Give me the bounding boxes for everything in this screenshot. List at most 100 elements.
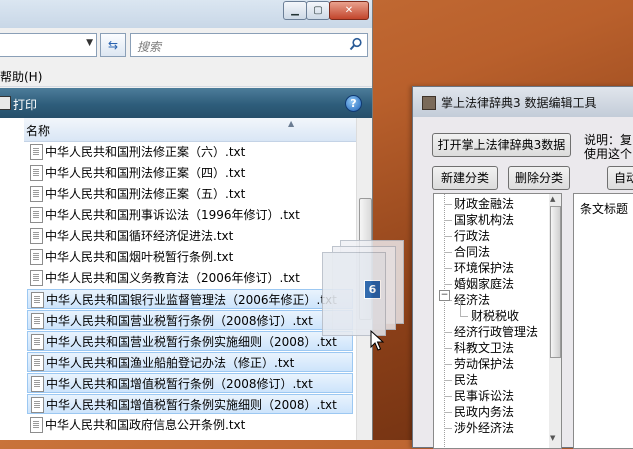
file-name: 中华人民共和国政府信息公开条例.txt bbox=[45, 418, 246, 432]
instructions-text: 说明：复 使用这个 bbox=[584, 133, 633, 161]
new-category-button[interactable]: 新建分类 bbox=[432, 166, 498, 190]
editor-title: 掌上法律辞典3 数据编辑工具 bbox=[441, 96, 597, 110]
column-name-header[interactable]: 名称 bbox=[26, 122, 50, 139]
file-name: 中华人民共和国营业税暂行条例（2008修订）.txt bbox=[46, 314, 313, 328]
file-name: 中华人民共和国刑事诉讼法（1996年修订）.txt bbox=[45, 208, 300, 222]
open-data-button[interactable]: 打开掌上法律辞典3数据 bbox=[432, 133, 571, 157]
article-list[interactable]: 条文标题 bbox=[573, 193, 633, 449]
tree-scrollbar-thumb[interactable] bbox=[550, 206, 561, 358]
category-node[interactable]: 涉外经济法 bbox=[454, 420, 514, 436]
explorer-window: ▁ ▢ ✕ ▼ ⇆ 搜索 帮助(H) 打印 ? 名称 ▲ 中华人民共和国刑法修正 bbox=[0, 0, 373, 440]
text-file-icon bbox=[31, 355, 44, 371]
file-name: 中华人民共和国烟叶税暂行条例.txt bbox=[45, 250, 234, 264]
article-title-header: 条文标题 bbox=[580, 202, 629, 216]
refresh-button[interactable]: ⇆ bbox=[100, 33, 126, 57]
file-name: 中华人民共和国渔业船舶登记办法（修正）.txt bbox=[46, 356, 295, 370]
maximize-button[interactable]: ▢ bbox=[306, 1, 330, 20]
category-node[interactable]: 劳动保护法 bbox=[454, 356, 514, 372]
menu-help[interactable]: 帮助(H) bbox=[0, 68, 42, 85]
category-node[interactable]: 行政法 bbox=[454, 228, 490, 244]
file-row[interactable]: 中华人民共和国渔业船舶登记办法（修正）.txt bbox=[27, 352, 353, 372]
category-node[interactable]: 财政金融法 bbox=[454, 196, 514, 212]
file-row[interactable]: 中华人民共和国银行业监督管理法（2006年修正）.txt bbox=[27, 289, 353, 309]
text-file-icon bbox=[31, 334, 44, 350]
file-list[interactable]: 名称 ▲ 中华人民共和国刑法修正案（六）.txt 中华人民共和国刑法修正案（四）.… bbox=[24, 118, 356, 440]
drag-preview: 6 bbox=[318, 240, 404, 336]
file-row[interactable]: 中华人民共和国循环经济促进法.txt bbox=[27, 226, 353, 246]
text-file-icon bbox=[30, 270, 43, 286]
help-icon[interactable]: ? bbox=[345, 95, 362, 112]
text-file-icon bbox=[30, 186, 43, 202]
tree-connector bbox=[444, 252, 452, 253]
file-name: 中华人民共和国银行业监督管理法（2006年修正）.txt bbox=[46, 293, 337, 307]
category-node[interactable]: 婚姻家庭法 bbox=[454, 276, 514, 292]
file-row[interactable]: 中华人民共和国增值税暂行条例（2008修订）.txt bbox=[27, 373, 353, 393]
file-name: 中华人民共和国刑法修正案（五）.txt bbox=[45, 187, 246, 201]
tree-connector bbox=[444, 284, 452, 285]
tree-connector bbox=[444, 428, 452, 429]
tree-connector bbox=[444, 412, 452, 413]
subcategory-node[interactable]: 财税税收 bbox=[471, 308, 519, 324]
search-input[interactable]: 搜索 bbox=[130, 33, 368, 57]
text-file-icon bbox=[31, 397, 44, 413]
file-name: 中华人民共和国增值税暂行条例实施细则（2008）.txt bbox=[46, 398, 337, 412]
file-row[interactable]: 中华人民共和国烟叶税暂行条例.txt bbox=[27, 247, 353, 267]
collapse-icon[interactable]: − bbox=[439, 290, 450, 301]
explorer-titlebar[interactable]: ▁ ▢ ✕ bbox=[0, 0, 372, 28]
file-name: 中华人民共和国增值税暂行条例（2008修订）.txt bbox=[46, 377, 313, 391]
file-row[interactable]: 中华人民共和国刑法修正案（四）.txt bbox=[27, 163, 353, 183]
tree-connector bbox=[444, 348, 452, 349]
text-file-icon bbox=[31, 292, 44, 308]
close-button[interactable]: ✕ bbox=[329, 1, 369, 20]
category-tree[interactable]: 财政金融法 国家机构法 行政法 合同法 环境保护法 婚姻家庭法 经济法 财税税收 经济行政管理法… bbox=[433, 193, 551, 449]
tree-scrollbar[interactable]: ▲ ▼ bbox=[549, 193, 562, 449]
tree-connector bbox=[444, 204, 452, 205]
file-row[interactable]: 中华人民共和国增值税暂行条例实施细则（2008）.txt bbox=[27, 394, 353, 414]
instructions-line-2: 使用这个 bbox=[584, 147, 633, 161]
maximize-icon: ▢ bbox=[313, 5, 323, 16]
menu-bar: 帮助(H) bbox=[0, 64, 372, 87]
tree-connector bbox=[444, 220, 452, 221]
text-file-icon bbox=[30, 144, 43, 160]
category-node[interactable]: 民事诉讼法 bbox=[454, 388, 514, 404]
printer-icon[interactable] bbox=[0, 96, 11, 110]
category-node[interactable]: 国家机构法 bbox=[454, 212, 514, 228]
text-file-icon bbox=[30, 207, 43, 223]
sort-ascending-icon: ▲ bbox=[288, 119, 295, 128]
category-node[interactable]: 合同法 bbox=[454, 244, 490, 260]
delete-category-button[interactable]: 删除分类 bbox=[508, 166, 570, 190]
file-row[interactable]: 中华人民共和国义务教育法（2006年修订）.txt bbox=[27, 268, 353, 288]
file-row[interactable]: 中华人民共和国刑法修正案（五）.txt bbox=[27, 184, 353, 204]
minimize-button[interactable]: ▁ bbox=[283, 1, 307, 20]
print-button[interactable]: 打印 bbox=[13, 96, 37, 113]
category-node[interactable]: 民法 bbox=[454, 372, 478, 388]
file-name: 中华人民共和国义务教育法（2006年修订）.txt bbox=[45, 271, 300, 285]
file-row[interactable]: 中华人民共和国刑事诉讼法（1996年修订）.txt bbox=[27, 205, 353, 225]
chevron-down-icon[interactable]: ▼ bbox=[86, 38, 93, 48]
file-name: 中华人民共和国刑法修正案（四）.txt bbox=[45, 166, 246, 180]
category-node[interactable]: 经济行政管理法 bbox=[454, 324, 538, 340]
refresh-icon: ⇆ bbox=[107, 38, 119, 52]
app-icon bbox=[422, 96, 436, 110]
category-node[interactable]: 环境保护法 bbox=[454, 260, 514, 276]
file-row[interactable]: 中华人民共和国政府信息公开条例.txt bbox=[27, 415, 353, 435]
category-node[interactable]: 科教文卫法 bbox=[454, 340, 514, 356]
column-header[interactable]: 名称 ▲ bbox=[24, 118, 356, 142]
navigation-pane[interactable] bbox=[0, 118, 25, 440]
category-node[interactable]: 民政内务法 bbox=[454, 404, 514, 420]
file-row[interactable]: 中华人民共和国刑法修正案（六）.txt bbox=[27, 142, 353, 162]
auto-button[interactable]: 自动 bbox=[607, 166, 633, 190]
address-bar[interactable]: ▼ bbox=[0, 33, 97, 57]
scroll-up-icon[interactable]: ▲ bbox=[550, 195, 555, 203]
search-icon[interactable] bbox=[349, 37, 363, 51]
file-row[interactable]: 中华人民共和国营业税暂行条例（2008修订）.txt bbox=[27, 310, 353, 330]
text-file-icon bbox=[30, 249, 43, 265]
drag-count-badge: 6 bbox=[364, 280, 381, 299]
editor-titlebar[interactable]: 掌上法律辞典3 数据编辑工具 bbox=[413, 87, 633, 117]
tree-connector bbox=[460, 316, 468, 317]
text-file-icon bbox=[30, 165, 43, 181]
file-row[interactable]: 中华人民共和国营业税暂行条例实施细则（2008）.txt bbox=[27, 331, 353, 351]
tree-guide-line bbox=[444, 194, 445, 448]
scroll-down-icon[interactable]: ▼ bbox=[550, 434, 555, 442]
law-dictionary-editor-window: 掌上法律辞典3 数据编辑工具 打开掌上法律辞典3数据 说明：复 使用这个 新建分… bbox=[412, 86, 633, 449]
